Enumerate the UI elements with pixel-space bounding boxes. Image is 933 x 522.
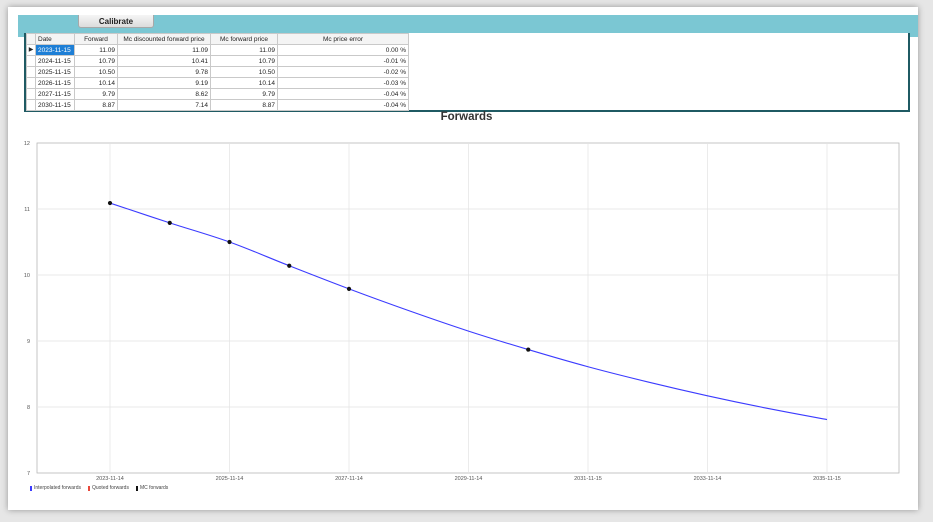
chart-legend: Interpolated forwards Quoted forwards MC…: [30, 485, 168, 491]
mc-forward-point: [107, 200, 113, 206]
legend-swatch-quoted: [87, 485, 90, 491]
mc-forward-point: [526, 347, 531, 352]
legend-swatch-interpolated: [30, 485, 32, 491]
mc-forward-point: [287, 263, 292, 268]
x-tick-label: 2029-11-14: [455, 476, 483, 482]
x-tick-label: 2031-11-15: [574, 476, 602, 482]
y-tick-label: 11: [24, 207, 30, 213]
y-tick-label: 7: [27, 471, 30, 477]
y-tick-label: 10: [24, 273, 30, 279]
x-tick-label: 2027-11-14: [335, 476, 363, 482]
legend-item-mc[interactable]: MC forwards: [135, 485, 169, 491]
plot-area: [36, 142, 900, 474]
forwards-chart[interactable]: 7 8 9 10 11 12 2023-11-14 2025-11-14 2027-11-14…: [0, 0, 933, 522]
x-tick-label: 2025-11-14: [216, 476, 244, 482]
legend-item-quoted[interactable]: Quoted forwards: [87, 485, 129, 491]
x-tick-label: 2023-11-14: [96, 476, 124, 482]
legend-label-interpolated: Interpolated forwards: [34, 485, 81, 491]
y-tick-label: 8: [27, 405, 30, 411]
legend-label-mc: MC forwards: [139, 485, 169, 491]
mc-forward-point: [346, 286, 352, 291]
x-tick-label: 2035-11-15: [813, 476, 841, 482]
x-axis-ticks: 2023-11-14 2025-11-14 2027-11-14 2029-11-14…: [96, 476, 841, 482]
mc-forward-point: [167, 220, 172, 225]
x-tick-label: 2033-11-14: [694, 476, 722, 482]
legend-label-quoted: Quoted forwards: [91, 485, 129, 491]
y-tick-label: 12: [24, 141, 30, 147]
y-axis-ticks: 7 8 9 10 11 12: [24, 141, 30, 477]
legend-item-interpolated[interactable]: Interpolated forwards: [30, 485, 81, 491]
legend-swatch-mc: [135, 485, 138, 491]
y-tick-label: 9: [27, 339, 30, 345]
mc-forward-point: [227, 239, 232, 245]
